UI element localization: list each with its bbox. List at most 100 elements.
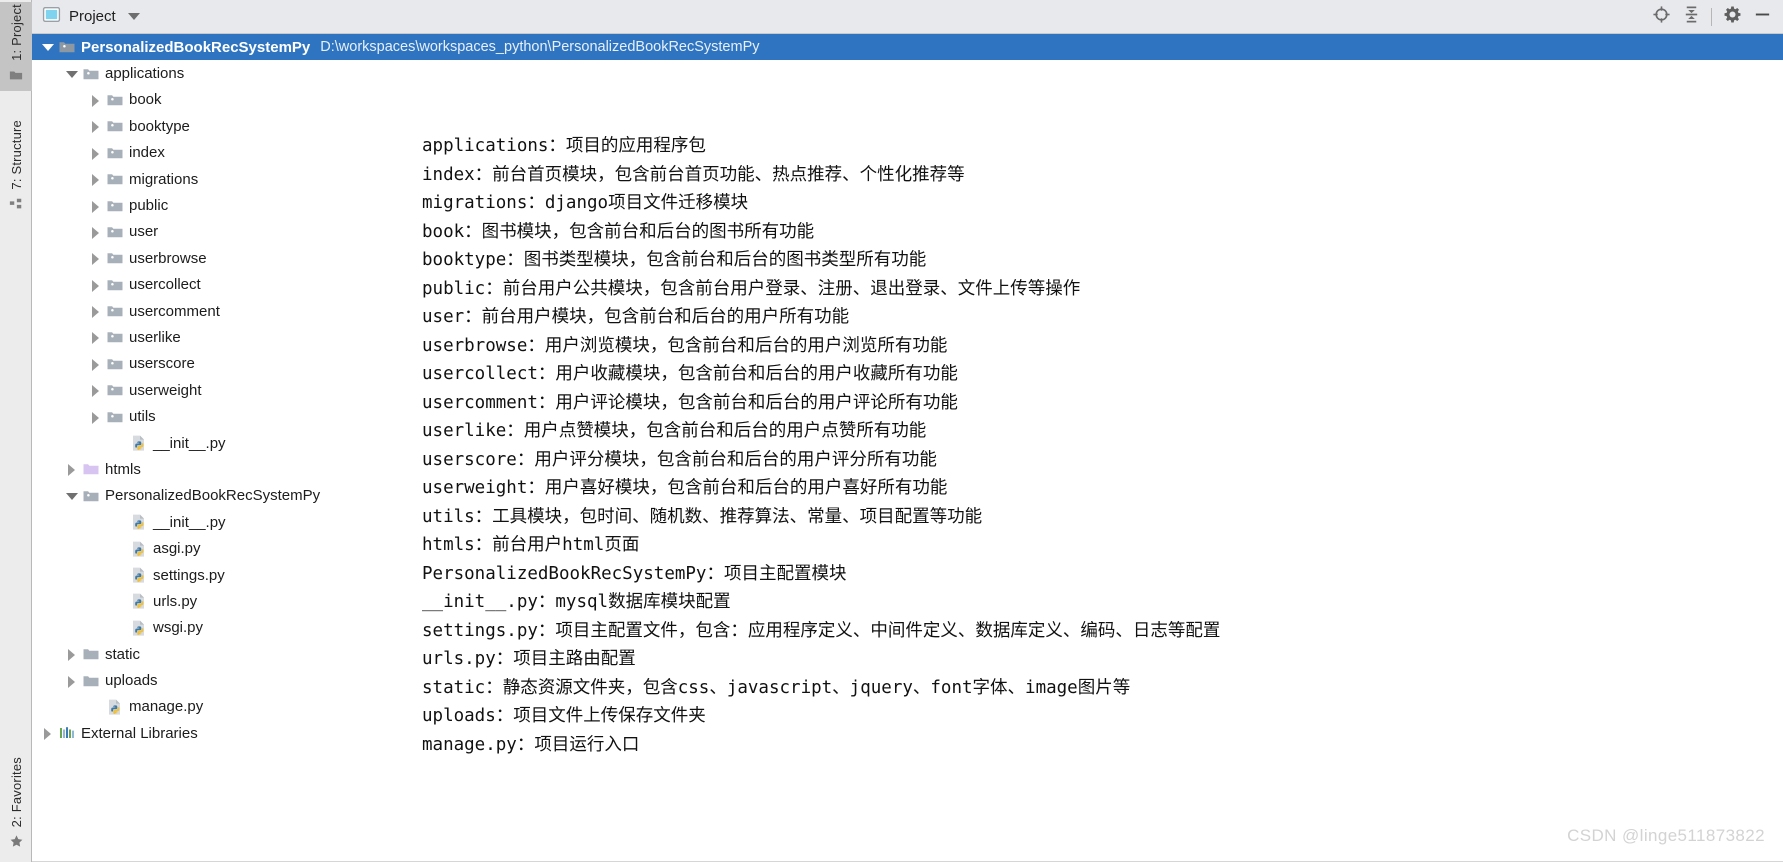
description-line: __init__.py：mysql数据库模块配置 [422,592,731,612]
python-file-icon [130,566,148,584]
tree-row-label: userscore [129,355,195,373]
python-file-icon [106,698,124,716]
source-folder-icon [106,276,124,294]
tree-row-path: D:\workspaces\workspaces_python\Personal… [320,39,760,56]
tree-row-label: userweight [129,381,202,399]
tree-row-label: asgi.py [153,540,201,558]
tree-row-label: utils [129,408,156,426]
tree-row-label: userbrowse [129,249,207,267]
chevron-right-icon[interactable] [88,409,104,425]
project-panel-header: Project [32,0,1783,34]
chevron-right-icon[interactable] [64,461,80,477]
tree-row[interactable]: PersonalizedBookRecSystemPy D:\workspaces… [32,34,1783,61]
tree-row-label: usercollect [129,276,201,294]
source-folder-icon [106,381,124,399]
description-line: htmls：前台用户html页面 [422,535,640,555]
project-tree[interactable]: PersonalizedBookRecSystemPy D:\workspaces… [32,34,1783,862]
source-folder-icon [106,170,124,188]
tree-arrow-placeholder [112,435,128,451]
sidebar-tab-structure-label: 7: Structure [8,120,24,190]
tree-row-label: user [129,223,159,241]
description-line: booktype：图书类型模块，包含前台和后台的图书类型所有功能 [422,250,927,270]
chevron-down-icon[interactable] [64,488,80,504]
tree-row-label: static [105,645,141,663]
description-line: usercomment：用户评论模块，包含前台和后台的用户评论所有功能 [422,392,958,413]
python-file-icon [130,434,148,452]
gear-icon [1723,5,1742,29]
chevron-down-icon[interactable] [127,13,140,20]
description-line: uploads：项目文件上传保存文件夹 [422,706,706,726]
chevron-right-icon[interactable] [88,277,104,293]
settings-button[interactable] [1717,2,1747,32]
collapse-all-button[interactable] [1676,2,1706,32]
description-line: userlike：用户点赞模块，包含前台和后台的用户点赞所有功能 [422,421,927,441]
tree-row-label: __init__.py [153,434,226,452]
tree-row-label: PersonalizedBookRecSystemPy [105,487,321,505]
tree-row-label: htmls [105,460,141,478]
tree-arrow-placeholder [112,514,128,530]
tree-row[interactable]: applications [32,60,1783,86]
chevron-right-icon[interactable] [88,250,104,266]
target-icon [1652,5,1671,29]
tree-arrow-placeholder [112,620,128,636]
chevron-right-icon[interactable] [88,92,104,108]
sidebar-tab-favorites-label: 2: Favorites [8,756,24,827]
description-line: userscore：用户评分模块，包含前台和后台的用户评分所有功能 [422,449,937,470]
chevron-right-icon[interactable] [88,329,104,345]
description-line: applications：项目的应用程序包 [422,136,706,156]
header-separator [1711,7,1712,26]
chevron-down-icon[interactable] [64,66,80,82]
pycharm-project-tool-window: 1: Project 7: Structure 2: Favorites Pro… [0,0,1783,862]
tree-arrow-placeholder [112,593,128,609]
description-line: static：静态资源文件夹，包含css、javascript、jquery、f… [422,677,1131,698]
chevron-right-icon[interactable] [88,303,104,319]
source-folder-icon [106,249,124,267]
chevron-right-icon[interactable] [40,725,56,741]
tree-row-label: public [129,197,169,215]
tree-row-label: settings.py [153,566,225,584]
chevron-right-icon[interactable] [88,171,104,187]
sidebar-tab-structure[interactable]: 7: Structure [0,118,32,220]
tree-row-label: __init__.py [153,513,226,531]
project-folder-icon [9,68,23,87]
sidebar-tab-favorites[interactable]: 2: Favorites [0,755,32,858]
template-folder-icon [82,460,100,478]
description-line: manage.py：项目运行入口 [422,734,640,755]
tree-row-label: External Libraries [81,724,198,742]
description-line: utils：工具模块，包时间、随机数、推荐算法、常量、项目配置等功能 [422,506,983,527]
tree-row-label: urls.py [153,592,198,610]
project-panel: Project PersonalizedBookRecSystemPy D:\w… [32,0,1783,862]
chevron-right-icon[interactable] [88,198,104,214]
source-folder-icon [106,328,124,346]
description-line: settings.py：项目主配置文件，包含：应用程序定义、中间件定义、数据库定… [422,620,1221,641]
chevron-right-icon[interactable] [88,145,104,161]
source-folder-icon [106,117,124,135]
chevron-right-icon[interactable] [88,118,104,134]
chevron-right-icon[interactable] [88,356,104,372]
source-folder-icon [106,91,124,109]
description-text-block: applications：项目的应用程序包 index：前台首页模块，包含前台首页… [422,132,1783,759]
tree-row-label: index [129,144,165,162]
structure-icon [9,197,23,216]
chevron-down-icon[interactable] [40,39,56,55]
hide-button[interactable] [1747,2,1777,32]
description-line: userweight：用户喜好模块，包含前台和后台的用户喜好所有功能 [422,478,948,498]
watermark: CSDN @linge511873822 [1567,826,1765,845]
description-line: index：前台首页模块，包含前台首页功能、热点推荐、个性化推荐等 [422,164,965,185]
sidebar-tab-project[interactable]: 1: Project [0,2,32,91]
chevron-right-icon[interactable] [88,382,104,398]
chevron-right-icon[interactable] [88,224,104,240]
chevron-right-icon[interactable] [64,673,80,689]
scroll-from-source-button[interactable] [1646,2,1676,32]
star-icon [9,834,24,854]
description-line: migrations：django项目文件迁移模块 [422,193,749,213]
sidebar-tab-project-label: 1: Project [8,4,24,61]
tool-window-stripe-left: 1: Project 7: Structure 2: Favorites [0,0,32,862]
source-folder-icon [106,355,124,373]
plain-folder-icon [82,645,100,663]
source-folder-icon [82,487,100,505]
tree-row-label: uploads [105,672,158,690]
tree-row[interactable]: book [32,87,1783,113]
chevron-right-icon[interactable] [64,646,80,662]
python-file-icon [130,513,148,531]
